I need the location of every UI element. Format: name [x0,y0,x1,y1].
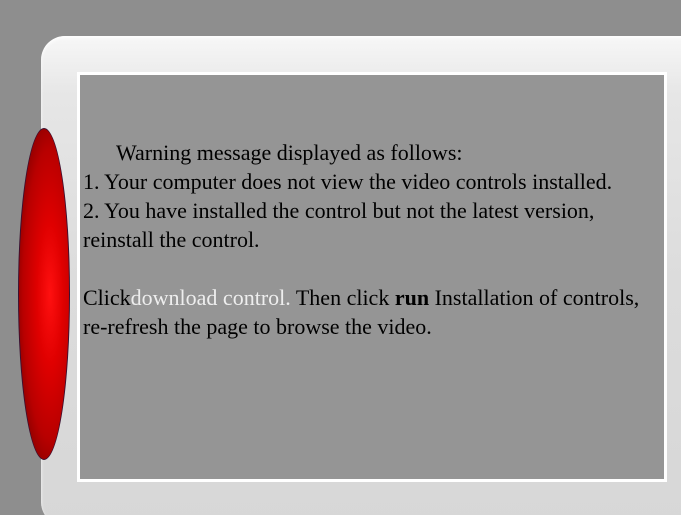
message-content: Warning message displayed as follows: 1.… [83,138,663,341]
instruction-middle: Then click [290,285,395,310]
warning-heading: Warning message displayed as follows: [116,140,463,165]
warning-item-1: 1. Your computer does not view the video… [83,169,613,194]
message-panel: Warning message displayed as follows: 1.… [77,72,667,482]
run-keyword: run [394,285,430,310]
instruction-prefix: Click [83,285,131,310]
page: Warning message displayed as follows: 1.… [0,0,681,515]
red-lens-decoration [18,128,70,460]
warning-item-2: 2. You have installed the control but no… [83,198,595,252]
instruction-text: Clickdownload control. Then click run In… [83,283,663,341]
download-control-link[interactable]: download control. [131,285,291,310]
